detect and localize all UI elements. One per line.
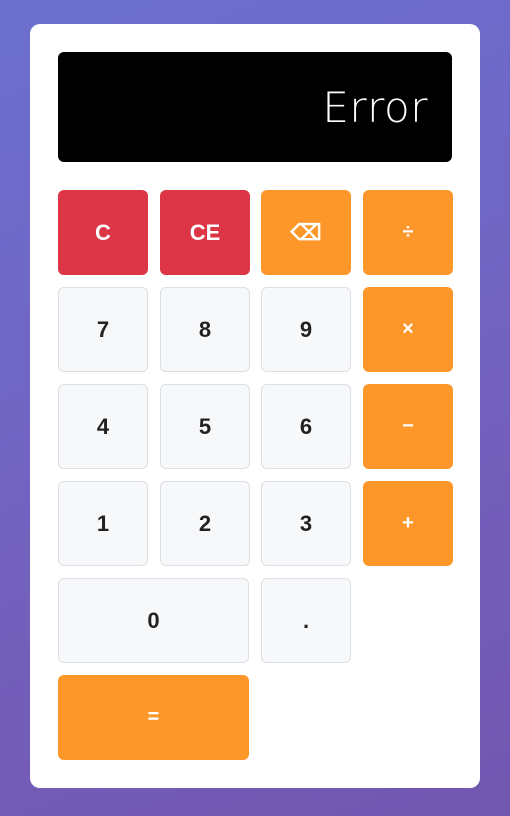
digit-4-button[interactable]: 4 [58,384,148,469]
calculator-display: Error [58,52,452,162]
digit-1-button[interactable]: 1 [58,481,148,566]
digit-8-button[interactable]: 8 [160,287,250,372]
add-button[interactable]: + [363,481,453,566]
calculator: Error C CE ⌫ ÷ 7 8 9 × 4 5 6 − 1 2 3 + 0… [30,24,480,788]
backspace-button[interactable]: ⌫ [261,190,351,275]
decimal-button[interactable]: . [261,578,351,663]
digit-3-button[interactable]: 3 [261,481,351,566]
equals-button[interactable]: = [58,675,249,760]
digit-7-button[interactable]: 7 [58,287,148,372]
clear-button[interactable]: C [58,190,148,275]
digit-0-button[interactable]: 0 [58,578,249,663]
divide-button[interactable]: ÷ [363,190,453,275]
digit-5-button[interactable]: 5 [160,384,250,469]
digit-6-button[interactable]: 6 [261,384,351,469]
clear-entry-button[interactable]: CE [160,190,250,275]
subtract-button[interactable]: − [363,384,453,469]
digit-2-button[interactable]: 2 [160,481,250,566]
digit-9-button[interactable]: 9 [261,287,351,372]
display-value: Error [322,82,428,132]
multiply-button[interactable]: × [363,287,453,372]
